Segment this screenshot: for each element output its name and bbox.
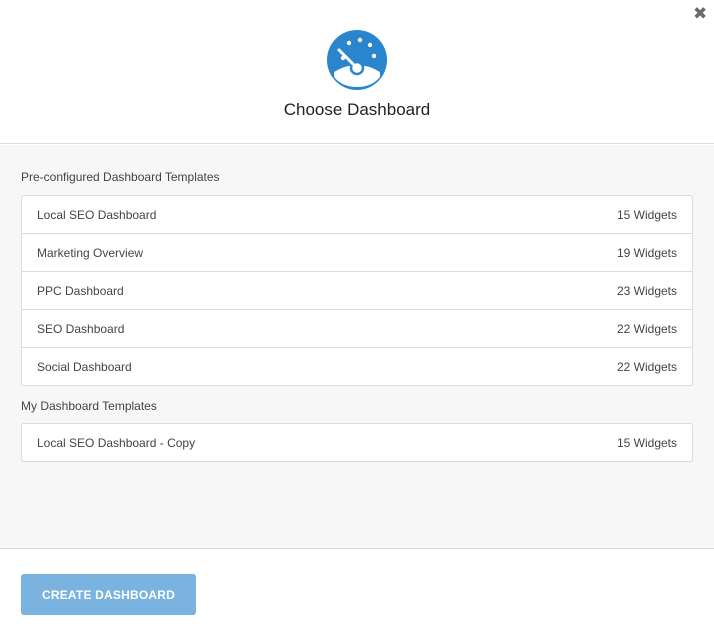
template-item-seo[interactable]: SEO Dashboard 22 Widgets (22, 310, 692, 348)
dialog-body: Pre-configured Dashboard Templates Local… (0, 145, 714, 549)
template-name: Local SEO Dashboard (37, 207, 157, 222)
my-template-list: Local SEO Dashboard - Copy 15 Widgets (21, 423, 693, 462)
preconfigured-section-label: Pre-configured Dashboard Templates (21, 170, 220, 184)
my-templates-section-label: My Dashboard Templates (21, 399, 157, 413)
template-item-local-seo-copy[interactable]: Local SEO Dashboard - Copy 15 Widgets (22, 424, 692, 461)
widget-count: 19 Widgets (616, 245, 677, 260)
widget-count: 22 Widgets (616, 321, 677, 336)
choose-dashboard-dialog: ✖ Choose Dashboard Pre-configured Dashbo… (0, 0, 714, 635)
dialog-title: Choose Dashboard (283, 100, 431, 119)
template-name: Marketing Overview (37, 245, 144, 260)
template-item-marketing-overview[interactable]: Marketing Overview 19 Widgets (22, 234, 692, 272)
widget-count: 15 Widgets (616, 435, 677, 450)
template-item-local-seo[interactable]: Local SEO Dashboard 15 Widgets (22, 196, 692, 234)
create-dashboard-button[interactable]: CREATE DASHBOARD (21, 574, 196, 615)
dialog-footer: CREATE DASHBOARD (0, 550, 714, 635)
preconfigured-template-list: Local SEO Dashboard 15 Widgets Marketing… (21, 195, 693, 386)
widget-count: 22 Widgets (616, 359, 677, 374)
template-name: SEO Dashboard (37, 321, 125, 336)
widget-count: 23 Widgets (616, 283, 677, 298)
dialog-header: Choose Dashboard (0, 0, 714, 144)
template-name: PPC Dashboard (37, 283, 124, 298)
template-item-ppc[interactable]: PPC Dashboard 23 Widgets (22, 272, 692, 310)
widget-count: 15 Widgets (616, 207, 677, 222)
speedometer-icon (327, 30, 387, 90)
template-item-social[interactable]: Social Dashboard 22 Widgets (22, 348, 692, 385)
template-name: Local SEO Dashboard - Copy (37, 435, 196, 450)
template-name: Social Dashboard (37, 359, 132, 374)
